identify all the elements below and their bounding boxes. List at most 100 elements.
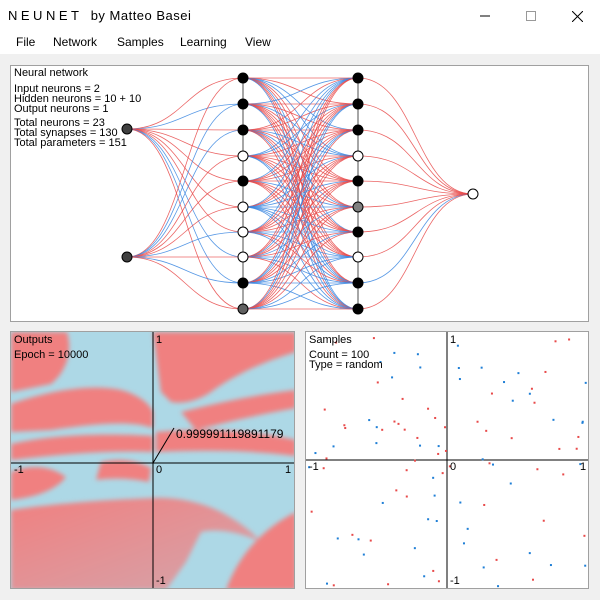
network-title: Neural network bbox=[14, 67, 88, 79]
neuron[interactable] bbox=[237, 277, 249, 289]
menu-learning[interactable]: Learning bbox=[180, 35, 227, 49]
synapse bbox=[357, 129, 474, 195]
minimize-button[interactable] bbox=[462, 0, 508, 32]
sample-point bbox=[583, 534, 586, 537]
sample-point bbox=[323, 408, 326, 411]
synapse bbox=[126, 256, 244, 310]
neuron[interactable] bbox=[352, 98, 364, 110]
synapse bbox=[242, 77, 359, 182]
neuron[interactable] bbox=[237, 226, 249, 238]
sample-point bbox=[581, 420, 584, 423]
neuron[interactable] bbox=[352, 251, 364, 263]
synapse bbox=[357, 193, 474, 284]
neuron[interactable] bbox=[237, 72, 249, 84]
samples-tick-top: 1 bbox=[450, 334, 457, 346]
sample-point bbox=[491, 463, 494, 466]
outputs-title: Outputs bbox=[14, 334, 53, 346]
sample-point bbox=[481, 458, 484, 461]
menu-network[interactable]: Network bbox=[53, 35, 97, 49]
probe-value: 0.999991119891179 bbox=[176, 427, 284, 441]
neuron[interactable] bbox=[352, 201, 364, 213]
neuron[interactable] bbox=[352, 226, 364, 238]
sample-point bbox=[405, 495, 408, 498]
sample-point bbox=[375, 442, 378, 445]
sample-point bbox=[344, 427, 347, 430]
neuron[interactable] bbox=[237, 150, 249, 162]
sample-point bbox=[427, 518, 430, 521]
synapse bbox=[126, 77, 244, 130]
neuron[interactable] bbox=[237, 175, 249, 187]
neuron[interactable] bbox=[237, 303, 249, 315]
neuron[interactable] bbox=[352, 303, 364, 315]
sample-point bbox=[480, 366, 483, 369]
sample-point bbox=[549, 564, 552, 567]
neuron[interactable] bbox=[352, 72, 364, 84]
sample-point bbox=[368, 419, 371, 422]
sample-point bbox=[441, 472, 444, 475]
epoch-label: Epoch = 10000 bbox=[14, 349, 89, 361]
sample-point bbox=[325, 457, 328, 460]
close-button[interactable] bbox=[554, 0, 600, 32]
sample-point bbox=[403, 428, 406, 431]
synapse bbox=[126, 256, 244, 284]
close-icon bbox=[571, 10, 583, 22]
sample-point bbox=[533, 401, 536, 404]
menu-file[interactable]: File bbox=[16, 35, 35, 49]
output-heatmap[interactable] bbox=[11, 332, 295, 589]
sample-point bbox=[531, 578, 534, 581]
sample-point bbox=[376, 381, 379, 384]
sample-point bbox=[322, 467, 325, 470]
sample-point bbox=[357, 538, 360, 541]
sample-point bbox=[395, 489, 398, 492]
sample-point bbox=[433, 494, 436, 497]
neuron[interactable] bbox=[352, 124, 364, 136]
sample-point bbox=[416, 353, 419, 356]
sample-point bbox=[314, 452, 317, 455]
synapse bbox=[242, 77, 359, 310]
neuron[interactable] bbox=[467, 188, 479, 200]
sample-point bbox=[444, 449, 447, 452]
sample-point bbox=[458, 378, 461, 381]
sample-point bbox=[416, 436, 419, 439]
neuron[interactable] bbox=[237, 251, 249, 263]
sample-point bbox=[530, 387, 533, 390]
sample-point bbox=[495, 558, 498, 561]
sample-point bbox=[419, 366, 422, 369]
synapse bbox=[242, 231, 359, 310]
neuron[interactable] bbox=[352, 175, 364, 187]
neuron[interactable] bbox=[237, 201, 249, 213]
synapse bbox=[357, 193, 474, 233]
sample-point bbox=[510, 437, 513, 440]
neuron[interactable] bbox=[237, 98, 249, 110]
sample-point bbox=[432, 569, 435, 572]
title-bar: NEUNET by Matteo Basei bbox=[0, 0, 600, 32]
window-title: NEUNET by Matteo Basei bbox=[8, 8, 192, 23]
menu-samples[interactable]: Samples bbox=[117, 35, 164, 49]
outputs-panel: Outputs Epoch = 10000 1 -1 -1 1 0 0.9999… bbox=[10, 331, 295, 589]
neuron[interactable] bbox=[352, 150, 364, 162]
synapse bbox=[242, 77, 359, 208]
maximize-button[interactable] bbox=[508, 0, 554, 32]
synapse bbox=[242, 180, 359, 310]
synapse bbox=[126, 103, 244, 130]
samples-tick-origin: 0 bbox=[450, 461, 457, 473]
maximize-icon bbox=[526, 11, 536, 21]
tick-origin: 0 bbox=[156, 464, 163, 476]
neuron[interactable] bbox=[352, 277, 364, 289]
synapse bbox=[126, 155, 244, 258]
sample-point bbox=[393, 351, 396, 354]
sample-point bbox=[381, 501, 384, 504]
sample-point bbox=[413, 547, 416, 550]
sample-point bbox=[466, 527, 469, 530]
neuron[interactable] bbox=[121, 251, 133, 263]
sample-point bbox=[554, 340, 557, 343]
sample-point bbox=[401, 397, 404, 400]
sample-point bbox=[485, 429, 488, 432]
tick-top: 1 bbox=[156, 334, 163, 346]
sample-point bbox=[488, 462, 491, 465]
neuron[interactable] bbox=[121, 123, 133, 135]
neuron[interactable] bbox=[237, 124, 249, 136]
menu-view[interactable]: View bbox=[245, 35, 271, 49]
sample-point bbox=[362, 553, 365, 556]
sample-point bbox=[325, 582, 328, 585]
